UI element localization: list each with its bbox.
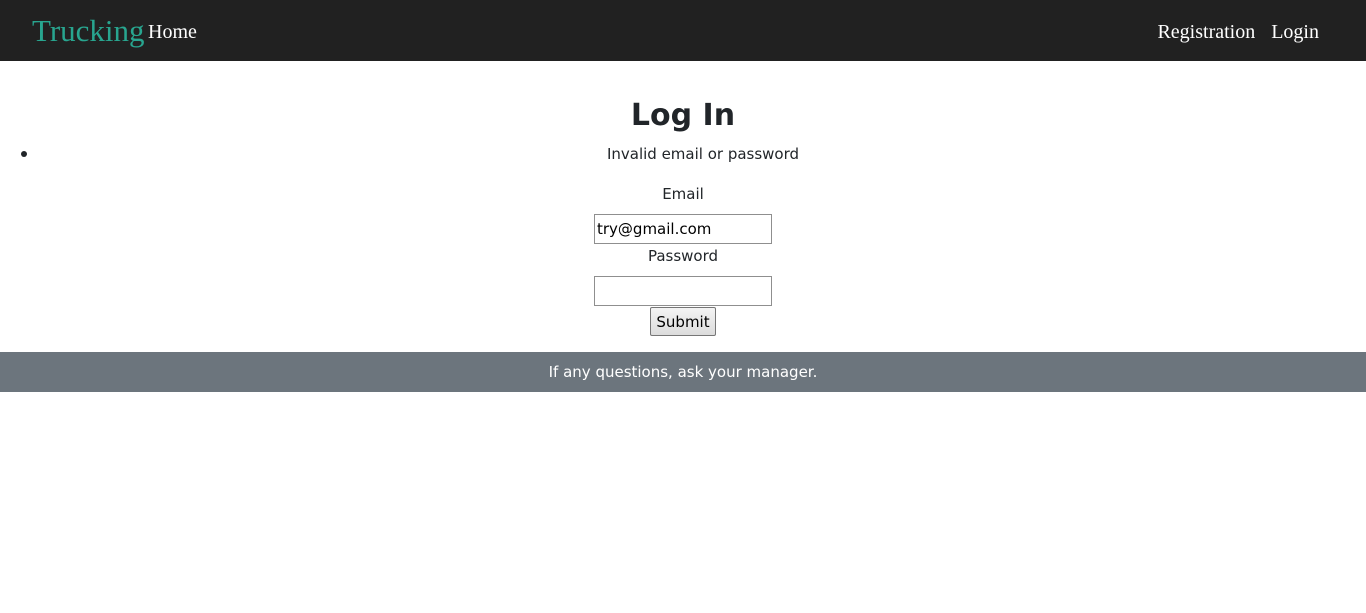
email-field[interactable] xyxy=(594,214,772,244)
nav-login-link[interactable]: Login xyxy=(1271,20,1319,44)
password-label: Password xyxy=(647,247,719,265)
brand-link[interactable]: Trucking xyxy=(32,13,145,49)
submit-button[interactable]: Submit xyxy=(650,307,716,336)
password-field[interactable] xyxy=(594,276,772,306)
nav-right-group: Registration Login xyxy=(1157,20,1319,44)
nav-registration-link[interactable]: Registration xyxy=(1157,20,1255,44)
page-title: Log In xyxy=(630,98,736,133)
error-list: Invalid email or password xyxy=(0,143,1366,165)
top-navbar: Trucking Home Registration Login xyxy=(0,0,1366,61)
email-label: Email xyxy=(662,185,704,203)
footer: If any questions, ask your manager. xyxy=(0,352,1366,392)
list-bullet-icon xyxy=(21,151,27,157)
error-message: Invalid email or password xyxy=(606,145,800,163)
footer-text: If any questions, ask your manager. xyxy=(548,363,818,381)
error-item: Invalid email or password xyxy=(0,143,1366,165)
nav-home-link[interactable]: Home xyxy=(148,20,197,44)
